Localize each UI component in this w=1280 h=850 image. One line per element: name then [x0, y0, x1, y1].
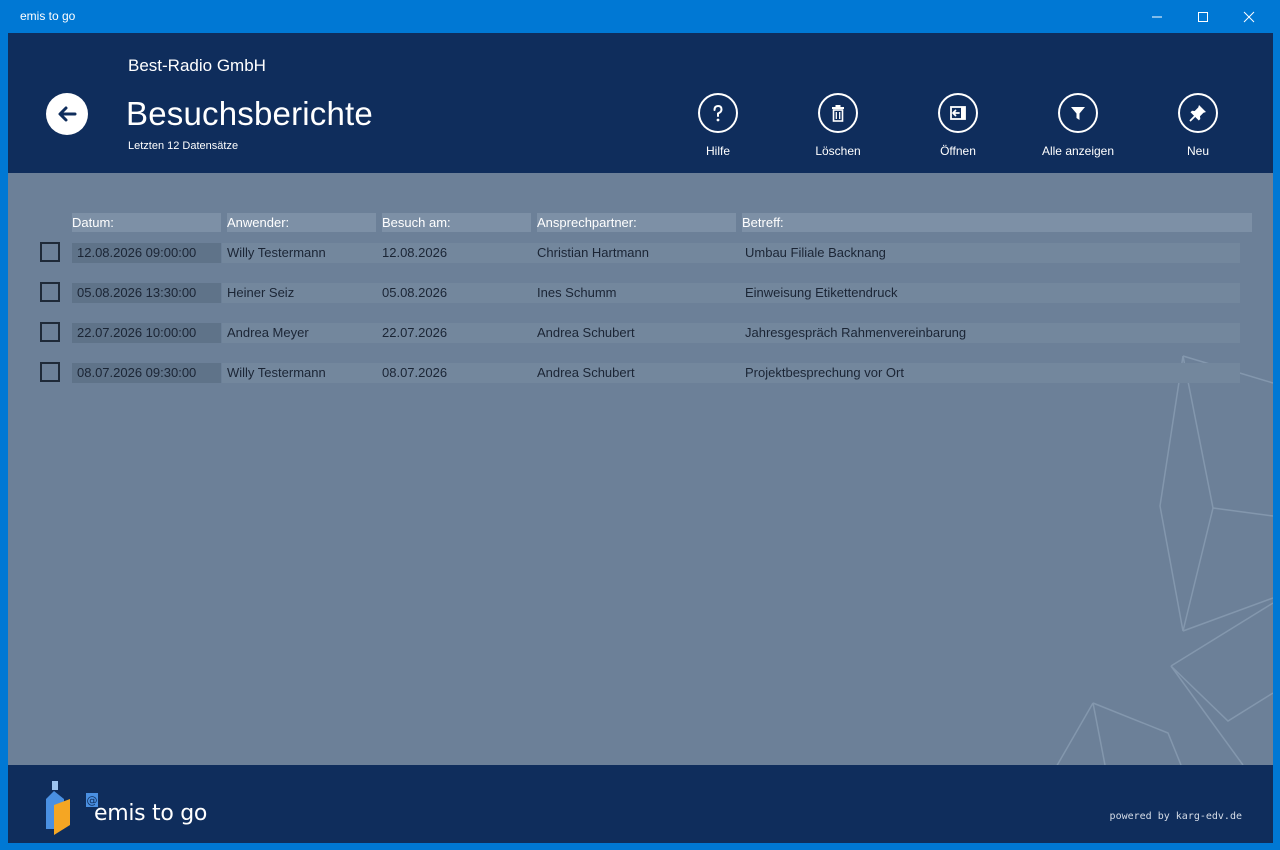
maximize-icon — [1198, 11, 1208, 22]
delete-button[interactable]: Löschen — [788, 93, 888, 158]
filter-icon — [1071, 107, 1085, 120]
cell-datum: 22.07.2026 10:00:00 — [77, 325, 197, 340]
cell-ansprechpartner: Christian Hartmann — [537, 245, 649, 260]
cell-anwender: Willy Testermann — [227, 365, 326, 380]
cell-datum: 05.08.2026 13:30:00 — [77, 285, 197, 300]
cell-datum: 12.08.2026 09:00:00 — [77, 245, 197, 260]
close-icon — [1243, 11, 1255, 22]
new-label: Neu — [1186, 144, 1209, 158]
cell-betreff: Jahresgespräch Rahmenvereinbarung — [745, 325, 967, 340]
cell-anwender: Heiner Seiz — [227, 285, 295, 300]
close-button[interactable] — [1226, 0, 1272, 33]
maximize-button[interactable] — [1180, 0, 1226, 33]
table-row[interactable]: 05.08.2026 13:30:00 Heiner Seiz 05.08.20… — [8, 282, 1273, 304]
open-icon — [950, 106, 966, 120]
brand-name: emis to go — [94, 801, 208, 826]
arrow-left-icon — [58, 106, 77, 122]
cell-anwender: Andrea Meyer — [227, 325, 309, 340]
cell-besuch: 05.08.2026 — [382, 285, 448, 300]
column-header-datum[interactable]: Datum: — [72, 213, 221, 232]
help-label: Hilfe — [705, 144, 730, 158]
back-button[interactable] — [46, 93, 88, 135]
cell-anwender: Willy Testermann — [227, 245, 326, 260]
column-header-betreff[interactable]: Betreff: — [742, 213, 1252, 232]
cell-besuch: 12.08.2026 — [382, 245, 448, 260]
window-titlebar: emis to go — [0, 0, 1280, 33]
powered-by-text: powered by karg-edv.de — [1109, 811, 1242, 822]
page-title: Besuchsberichte — [126, 95, 373, 132]
column-header-ansprechpartner[interactable]: Ansprechpartner: — [537, 213, 736, 232]
table-row[interactable]: 22.07.2026 10:00:00 Andrea Meyer 22.07.2… — [8, 322, 1273, 344]
column-header-besuch[interactable]: Besuch am: — [382, 213, 531, 232]
open-button[interactable]: Öffnen — [908, 93, 1008, 158]
emis-logo-icon: @ — [46, 781, 98, 835]
cell-besuch: 22.07.2026 — [382, 325, 448, 340]
cell-betreff: Projektbesprechung vor Ort — [745, 365, 904, 380]
help-button[interactable]: Hilfe — [668, 93, 768, 158]
app-client-area: Best-Radio GmbH Besuchsberichte Letzten … — [8, 33, 1273, 843]
new-button[interactable]: Neu — [1148, 93, 1248, 158]
table-row[interactable]: 12.08.2026 09:00:00 Willy Testermann 12.… — [8, 242, 1273, 264]
column-header-anwender[interactable]: Anwender: — [227, 213, 376, 232]
cell-betreff: Einweisung Etikettendruck — [745, 285, 898, 300]
question-icon — [713, 104, 723, 122]
show-all-label: Alle anzeigen — [1041, 144, 1115, 158]
cell-datum: 08.07.2026 09:30:00 — [77, 365, 197, 380]
row-checkbox[interactable] — [40, 282, 60, 302]
page-header: Best-Radio GmbH Besuchsberichte Letzten … — [8, 33, 1273, 173]
cell-ansprechpartner: Andrea Schubert — [537, 365, 635, 380]
row-checkbox[interactable] — [40, 322, 60, 342]
trash-icon — [832, 105, 844, 122]
cell-ansprechpartner: Ines Schumm — [537, 285, 617, 300]
minimize-button[interactable] — [1134, 0, 1180, 33]
delete-label: Löschen — [815, 144, 861, 158]
cell-betreff: Umbau Filiale Backnang — [745, 245, 886, 260]
record-count-subtitle: Letzten 12 Datensätze — [128, 140, 239, 152]
cell-besuch: 08.07.2026 — [382, 365, 448, 380]
company-name: Best-Radio GmbH — [128, 56, 266, 75]
window-title: emis to go — [20, 9, 76, 23]
show-all-button[interactable]: Alle anzeigen — [1028, 93, 1128, 158]
table-row[interactable]: 08.07.2026 09:30:00 Willy Testermann 08.… — [8, 362, 1273, 384]
row-checkbox[interactable] — [40, 362, 60, 382]
minimize-icon — [1152, 16, 1162, 17]
page-footer: @ emis to go powered by karg-edv.de — [8, 765, 1273, 843]
pin-icon — [1189, 105, 1206, 122]
row-checkbox[interactable] — [40, 242, 60, 262]
open-label: Öffnen — [940, 144, 976, 158]
cell-ansprechpartner: Andrea Schubert — [537, 325, 635, 340]
